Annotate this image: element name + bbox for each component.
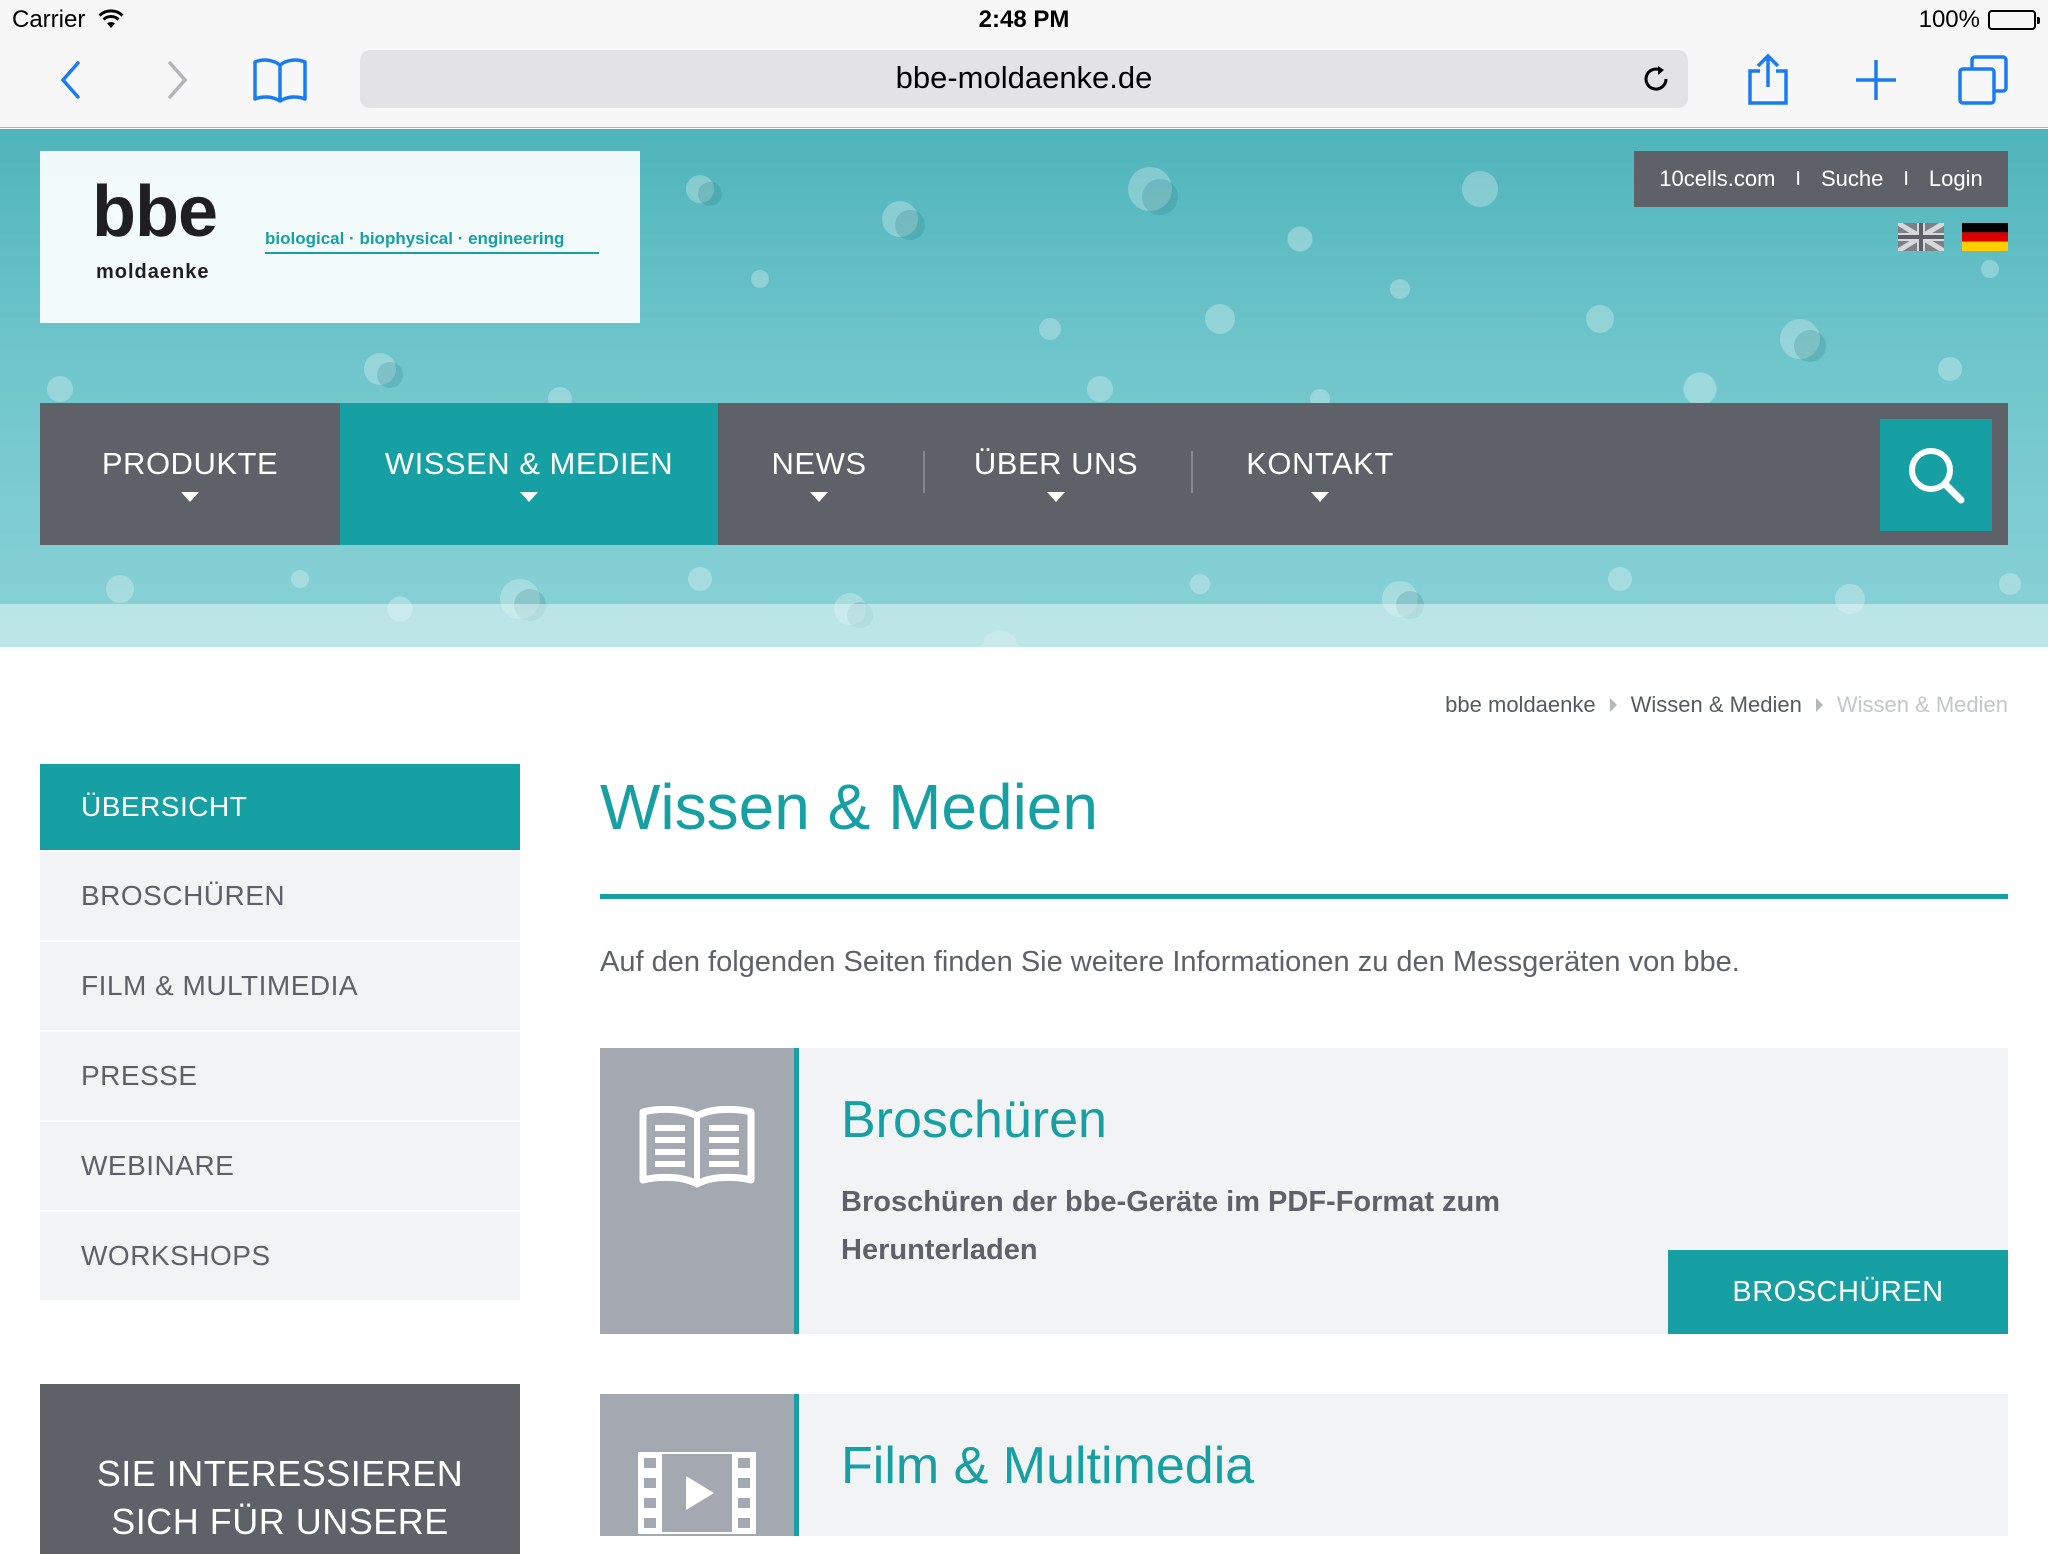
breadcrumb: bbe moldaenke Wissen & Medien Wissen & M… [1445, 692, 2008, 718]
card-icon-panel [600, 1048, 794, 1334]
nav-item-kontakt[interactable]: KONTAKT [1193, 403, 1447, 545]
title-divider [600, 894, 2008, 899]
sidebar-item-presse[interactable]: PRESSE [40, 1032, 520, 1122]
card-accent-bar [794, 1048, 799, 1334]
caret-down-icon [181, 492, 199, 502]
card-broschueren: Broschüren Broschüren der bbe-Geräte im … [600, 1048, 2008, 1334]
main-navigation: PRODUKTE WISSEN & MEDIEN NEWS ÜBER UNS K… [40, 403, 2008, 545]
card-description: Broschüren der bbe-Geräte im PDF-Format … [841, 1186, 1501, 1266]
search-button[interactable] [1880, 419, 1992, 531]
promo-text-line: SICH FÜR UNSERE [111, 1501, 449, 1542]
sidebar-item-workshops[interactable]: WORKSHOPS [40, 1212, 520, 1302]
sidebar-promo-box[interactable]: SIE INTERESSIEREN SICH FÜR UNSERE [40, 1384, 520, 1554]
nav-label: KONTAKT [1246, 446, 1394, 481]
breadcrumb-current: Wissen & Medien [1836, 692, 2008, 717]
broschueren-button[interactable]: BROSCHÜREN [1668, 1250, 2008, 1334]
tabs-icon[interactable] [1955, 52, 2011, 108]
nav-label: PRODUKTE [101, 446, 279, 481]
card-icon-panel [600, 1394, 794, 1536]
link-suche[interactable]: Suche [1821, 166, 1883, 192]
caret-down-icon [1047, 492, 1065, 502]
logo-subtitle: moldaenke [96, 261, 210, 283]
book-icon [639, 1106, 755, 1188]
address-bar[interactable]: bbe-moldaenke.de [360, 50, 1688, 108]
logo-underline [265, 252, 599, 254]
nav-item-wissen-medien[interactable]: WISSEN & MEDIEN [340, 403, 718, 545]
url-text: bbe-moldaenke.de [895, 60, 1153, 95]
link-separator: I [1903, 167, 1909, 190]
caret-down-icon [520, 492, 538, 502]
card-title[interactable]: Broschüren [841, 1090, 1107, 1150]
reload-icon[interactable] [1640, 63, 1672, 100]
nav-item-produkte[interactable]: PRODUKTE [40, 403, 340, 545]
logo-wordmark: bbe [92, 172, 218, 252]
link-login[interactable]: Login [1929, 166, 1983, 192]
share-icon[interactable] [1740, 52, 1796, 108]
hero-fade-strip [0, 604, 2048, 647]
sidebar-item-webinare[interactable]: WEBINARE [40, 1122, 520, 1212]
english-flag-icon[interactable] [1896, 220, 1946, 254]
nav-label: ÜBER UNS [973, 446, 1139, 481]
nav-label: NEWS [771, 446, 867, 481]
nav-label: WISSEN & MEDIEN [384, 446, 674, 481]
breadcrumb-home[interactable]: bbe moldaenke [1445, 692, 1595, 718]
forward-icon[interactable] [158, 52, 198, 108]
card-title[interactable]: Film & Multimedia [841, 1436, 1254, 1496]
hero-header: bbe biological · biophysical · engineeri… [0, 129, 2048, 647]
german-flag-icon[interactable] [1962, 223, 2008, 251]
clock: 2:48 PM [978, 6, 1070, 33]
promo-text-line: SIE INTERESSIEREN [96, 1453, 464, 1494]
nav-item-ueber-uns[interactable]: ÜBER UNS [925, 403, 1187, 545]
intro-text: Auf den folgenden Seiten finden Sie weit… [600, 946, 1740, 978]
sidebar-item-broschueren[interactable]: BROSCHÜREN [40, 852, 520, 942]
card-accent-bar [794, 1394, 799, 1536]
film-icon [638, 1452, 756, 1534]
breadcrumb-section[interactable]: Wissen & Medien [1631, 692, 1802, 718]
status-bar: Carrier 2:48 PM 100% [0, 0, 2048, 40]
new-tab-icon[interactable] [1848, 52, 1904, 108]
battery-icon [1988, 10, 2040, 30]
card-film-multimedia: Film & Multimedia [600, 1394, 2008, 1536]
utility-links: 10cells.com I Suche I Login [1634, 151, 2008, 207]
back-icon[interactable] [50, 52, 90, 108]
search-icon [1909, 448, 1965, 504]
breadcrumb-arrow-icon [1609, 698, 1617, 712]
browser-toolbar: bbe-moldaenke.de [0, 40, 2048, 128]
sidebar-item-film-multimedia[interactable]: FILM & MULTIMEDIA [40, 942, 520, 1032]
battery-percent: 100% [1918, 6, 1980, 33]
caret-down-icon [1311, 492, 1329, 502]
bookmarks-icon[interactable] [250, 52, 310, 108]
link-separator: I [1795, 167, 1801, 190]
bbe-logo[interactable]: bbe biological · biophysical · engineeri… [40, 151, 640, 323]
caret-down-icon [810, 492, 828, 502]
sidebar-item-uebersicht[interactable]: ÜBERSICHT [40, 764, 520, 852]
sidebar-navigation: ÜBERSICHT BROSCHÜREN FILM & MULTIMEDIA P… [40, 764, 520, 1302]
breadcrumb-arrow-icon [1815, 698, 1823, 712]
link-10cells[interactable]: 10cells.com [1659, 166, 1775, 192]
nav-item-news[interactable]: NEWS [718, 403, 920, 545]
logo-tagline: biological · biophysical · engineering [265, 229, 565, 248]
page-title: Wissen & Medien [600, 771, 1098, 843]
